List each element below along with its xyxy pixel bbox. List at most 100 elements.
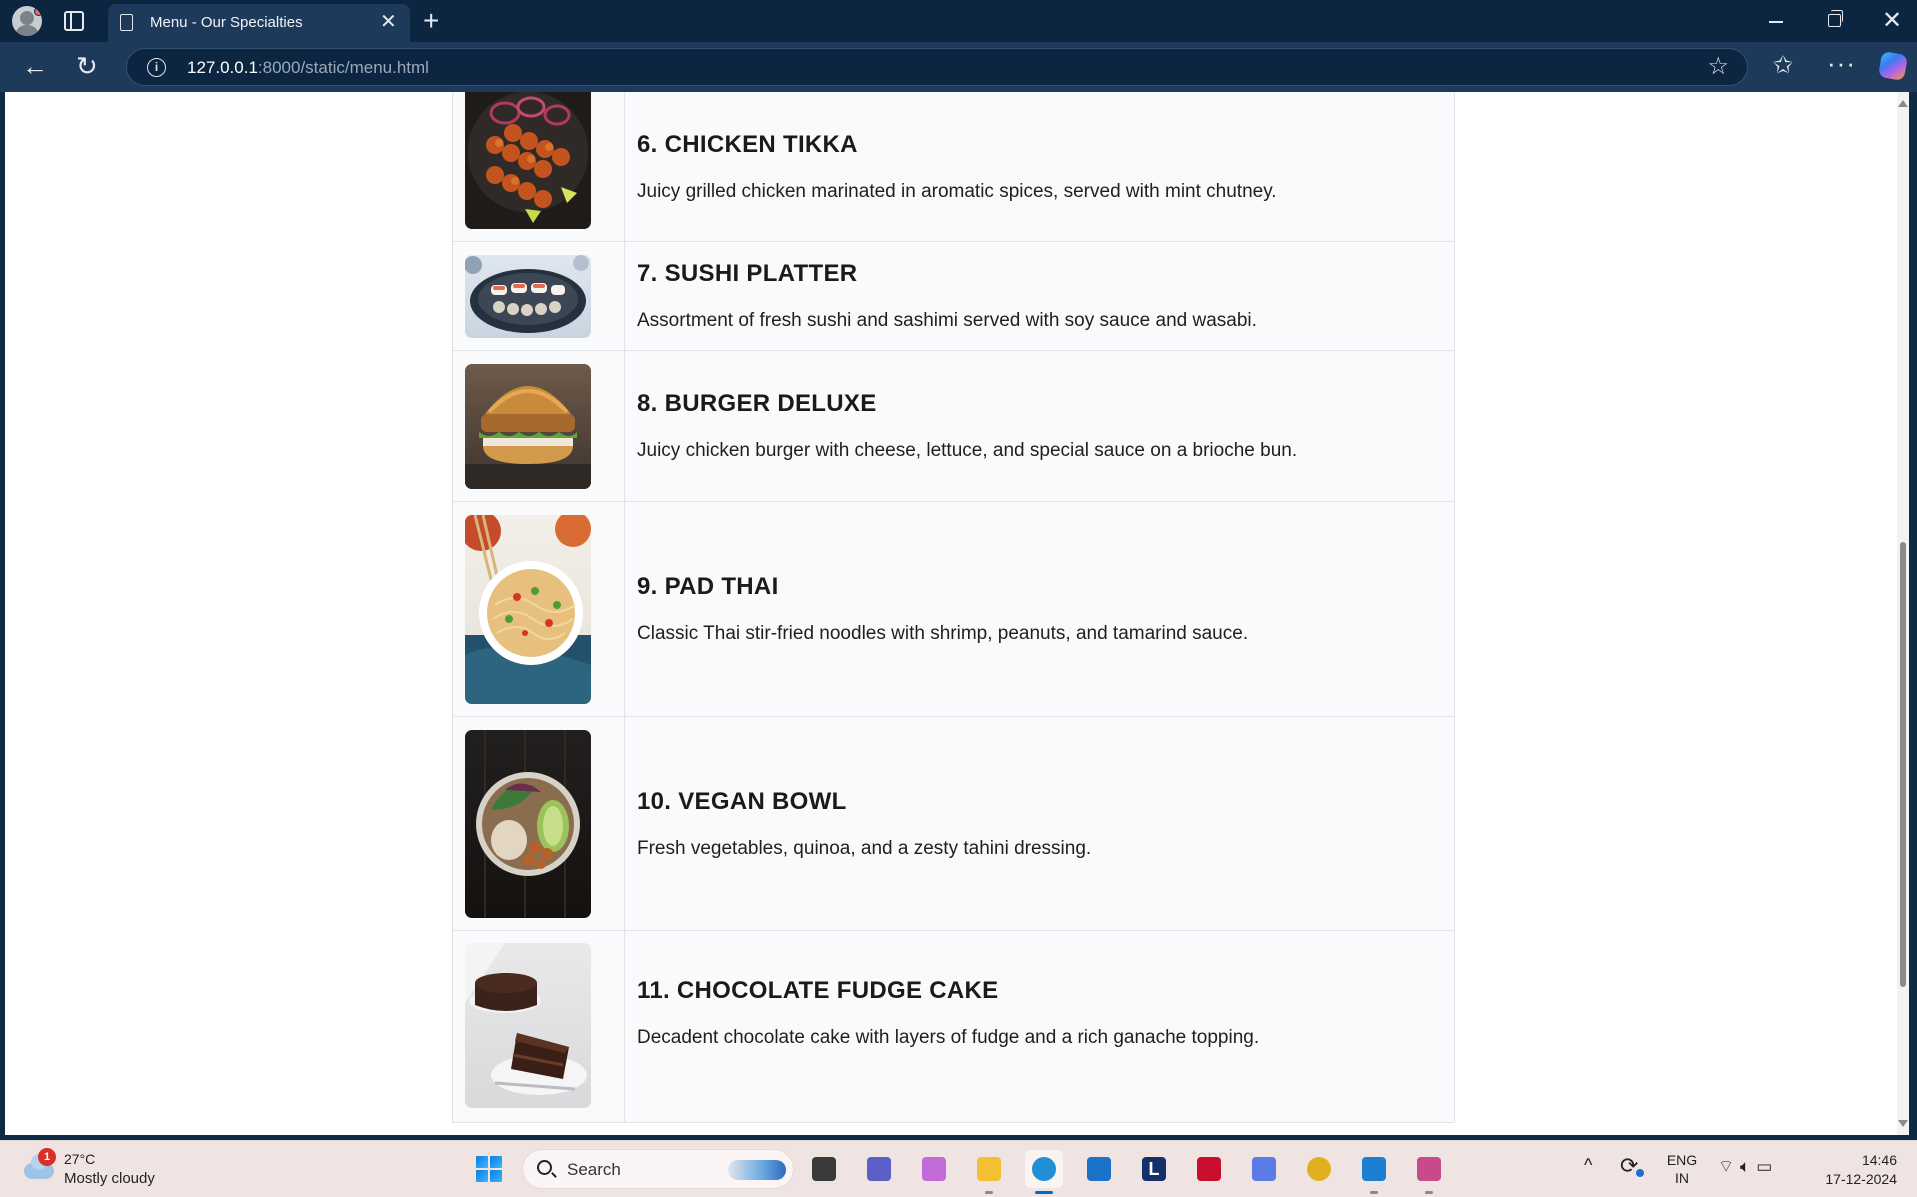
microsoft-store-icon (1087, 1157, 1111, 1181)
site-info-icon[interactable]: i (147, 58, 166, 77)
menu-item-name: 7. SUSHI PLATTER (637, 260, 858, 287)
menu-image-cell (453, 717, 625, 930)
url-text[interactable]: 127.0.0.1:8000/static/menu.html (187, 58, 429, 78)
new-tab-icon[interactable]: + (423, 4, 439, 38)
clock-date: 17-12-2024 (1825, 1171, 1897, 1187)
microsoft-store-taskbar-button[interactable] (1080, 1150, 1118, 1188)
sushi-platter-image (465, 254, 591, 338)
page-scrollbar[interactable] (1897, 92, 1909, 1135)
language-indicator[interactable]: ENG IN (1662, 1151, 1702, 1187)
clock-time: 14:46 (1861, 1152, 1897, 1168)
file-explorer-taskbar-button[interactable] (970, 1150, 1008, 1194)
menu-table: 6. CHICKEN TIKKA Juicy grilled chicken m… (452, 92, 1455, 1123)
taskbar-search[interactable]: Search (522, 1149, 794, 1189)
menu-text-cell: 6. CHICKEN TIKKA Juicy grilled chicken m… (625, 92, 1454, 241)
browser-tab-menu[interactable]: Menu - Our Specialties ✕ (108, 4, 410, 42)
menu-row: 6. CHICKEN TIKKA Juicy grilled chicken m… (453, 92, 1454, 242)
system-clock[interactable]: 14:46 17-12-2024 (1815, 1151, 1897, 1189)
search-label: Search (567, 1160, 621, 1179)
menu-row: 10. VEGAN BOWL Fresh vegetables, quinoa,… (453, 717, 1454, 931)
page-viewport: 6. CHICKEN TIKKA Juicy grilled chicken m… (5, 92, 1909, 1135)
restore-icon[interactable] (1828, 10, 1843, 27)
minimize-icon[interactable] (1769, 21, 1783, 23)
snipping-tool-icon (1417, 1157, 1441, 1181)
weather-condition: Mostly cloudy (64, 1170, 155, 1187)
url-host: 127.0.0.1 (187, 58, 258, 77)
menu-row: 11. CHOCOLATE FUDGE CAKE Decadent chocol… (453, 931, 1454, 1123)
menu-item-name: 9. PAD THAI (637, 573, 779, 600)
url-path: :8000/static/menu.html (257, 58, 429, 77)
running-indicator (985, 1191, 993, 1194)
snipping-tool-taskbar-button[interactable] (1410, 1150, 1448, 1194)
running-indicator (1425, 1191, 1433, 1194)
search-icon (537, 1160, 552, 1175)
menu-row: 7. SUSHI PLATTER Assortment of fresh sus… (453, 242, 1454, 351)
menu-text-cell: 8. BURGER DELUXE Juicy chicken burger wi… (625, 351, 1454, 501)
teams-taskbar-button[interactable] (860, 1150, 898, 1188)
vscode-icon (1362, 1157, 1386, 1181)
browser-titlebar: Menu - Our Specialties ✕ + ✕ (0, 0, 1917, 42)
wifi-icon[interactable]: ⌔ (1718, 1157, 1740, 1176)
vegan-bowl-image (465, 729, 591, 918)
menu-item-name: 11. CHOCOLATE FUDGE CAKE (637, 976, 999, 1004)
system-tray-icons[interactable]: ⌔🔈︎▭ (1718, 1156, 1778, 1177)
copilot-taskbar-button[interactable] (915, 1150, 953, 1188)
mcafee-taskbar-button[interactable] (1190, 1150, 1228, 1188)
vpn-app-taskbar-button[interactable] (1245, 1150, 1283, 1188)
copilot-icon (922, 1157, 946, 1181)
menu-item-description: Juicy grilled chicken marinated in aroma… (637, 180, 1277, 202)
menu-text-cell: 11. CHOCOLATE FUDGE CAKE Decadent chocol… (625, 931, 1454, 1122)
edge-taskbar-button[interactable] (1025, 1150, 1063, 1194)
mcafee-icon (1197, 1157, 1221, 1181)
page-icon (120, 14, 133, 31)
menu-image-cell (453, 242, 625, 350)
favorites-icon[interactable]: ✩ (1773, 52, 1793, 80)
running-indicator (1035, 1191, 1053, 1194)
menu-item-description: Juicy chicken burger with cheese, lettuc… (637, 440, 1298, 461)
menu-row: 8. BURGER DELUXE Juicy chicken burger wi… (453, 351, 1454, 502)
weather-widget[interactable]: 1 27°C Mostly cloudy (22, 1148, 172, 1191)
menu-image-cell (453, 92, 625, 241)
region-code: IN (1675, 1170, 1689, 1186)
l-app-taskbar-button[interactable]: L (1135, 1150, 1173, 1188)
windows-start-icon[interactable] (476, 1156, 502, 1182)
copilot-icon[interactable] (1877, 50, 1909, 82)
menu-row: 9. PAD THAI Classic Thai stir-fried nood… (453, 502, 1454, 717)
chocolate-fudge-cake-image (465, 943, 591, 1108)
file-explorer-dark-taskbar-button[interactable] (805, 1150, 843, 1188)
more-options-icon[interactable]: ··· (1827, 48, 1856, 78)
file-explorer-icon (977, 1157, 1001, 1181)
language-code: ENG (1666, 1152, 1698, 1168)
menu-item-description: Decadent chocolate cake with layers of f… (637, 1026, 1260, 1048)
scroll-up-icon[interactable] (1898, 100, 1908, 107)
window-close-icon[interactable]: ✕ (1882, 6, 1902, 36)
profile-avatar-icon[interactable] (12, 6, 42, 36)
vpn-app-icon (1252, 1157, 1276, 1181)
scroll-thumb[interactable] (1900, 542, 1906, 987)
reload-icon[interactable]: ↻ (76, 51, 98, 81)
volume-icon[interactable]: 🔈︎ (1740, 1157, 1756, 1176)
address-bar[interactable]: i 127.0.0.1:8000/static/menu.html ☆ (126, 48, 1748, 86)
tab-close-icon[interactable]: ✕ (380, 10, 397, 34)
search-highlight-icon (728, 1160, 786, 1180)
scroll-down-icon[interactable] (1898, 1120, 1908, 1127)
l-app-icon: L (1142, 1157, 1166, 1181)
battery-icon[interactable]: ▭ (1756, 1157, 1778, 1176)
menu-image-cell (453, 351, 625, 501)
favorite-star-icon[interactable]: ☆ (1707, 55, 1729, 79)
pad-thai-image (465, 514, 591, 704)
menu-text-cell: 7. SUSHI PLATTER Assortment of fresh sus… (625, 242, 1454, 350)
weather-temperature: 27°C (64, 1151, 96, 1167)
notification-badge: 1 (38, 1148, 56, 1166)
menu-item-description: Fresh vegetables, quinoa, and a zesty ta… (637, 837, 1092, 859)
menu-text-cell: 10. VEGAN BOWL Fresh vegetables, quinoa,… (625, 717, 1454, 930)
file-explorer-dark-icon (812, 1157, 836, 1181)
chrome-taskbar-button[interactable] (1300, 1150, 1338, 1188)
menu-text-cell: 9. PAD THAI Classic Thai stir-fried nood… (625, 502, 1454, 716)
browser-toolbar: ← ↻ i 127.0.0.1:8000/static/menu.html ☆ … (0, 42, 1917, 92)
back-icon[interactable]: ← (22, 51, 48, 81)
tab-actions-icon[interactable] (64, 11, 84, 31)
sync-status-icon (1636, 1169, 1644, 1177)
vscode-taskbar-button[interactable] (1355, 1150, 1393, 1194)
show-hidden-icons-icon[interactable]: ^ (1584, 1155, 1592, 1176)
